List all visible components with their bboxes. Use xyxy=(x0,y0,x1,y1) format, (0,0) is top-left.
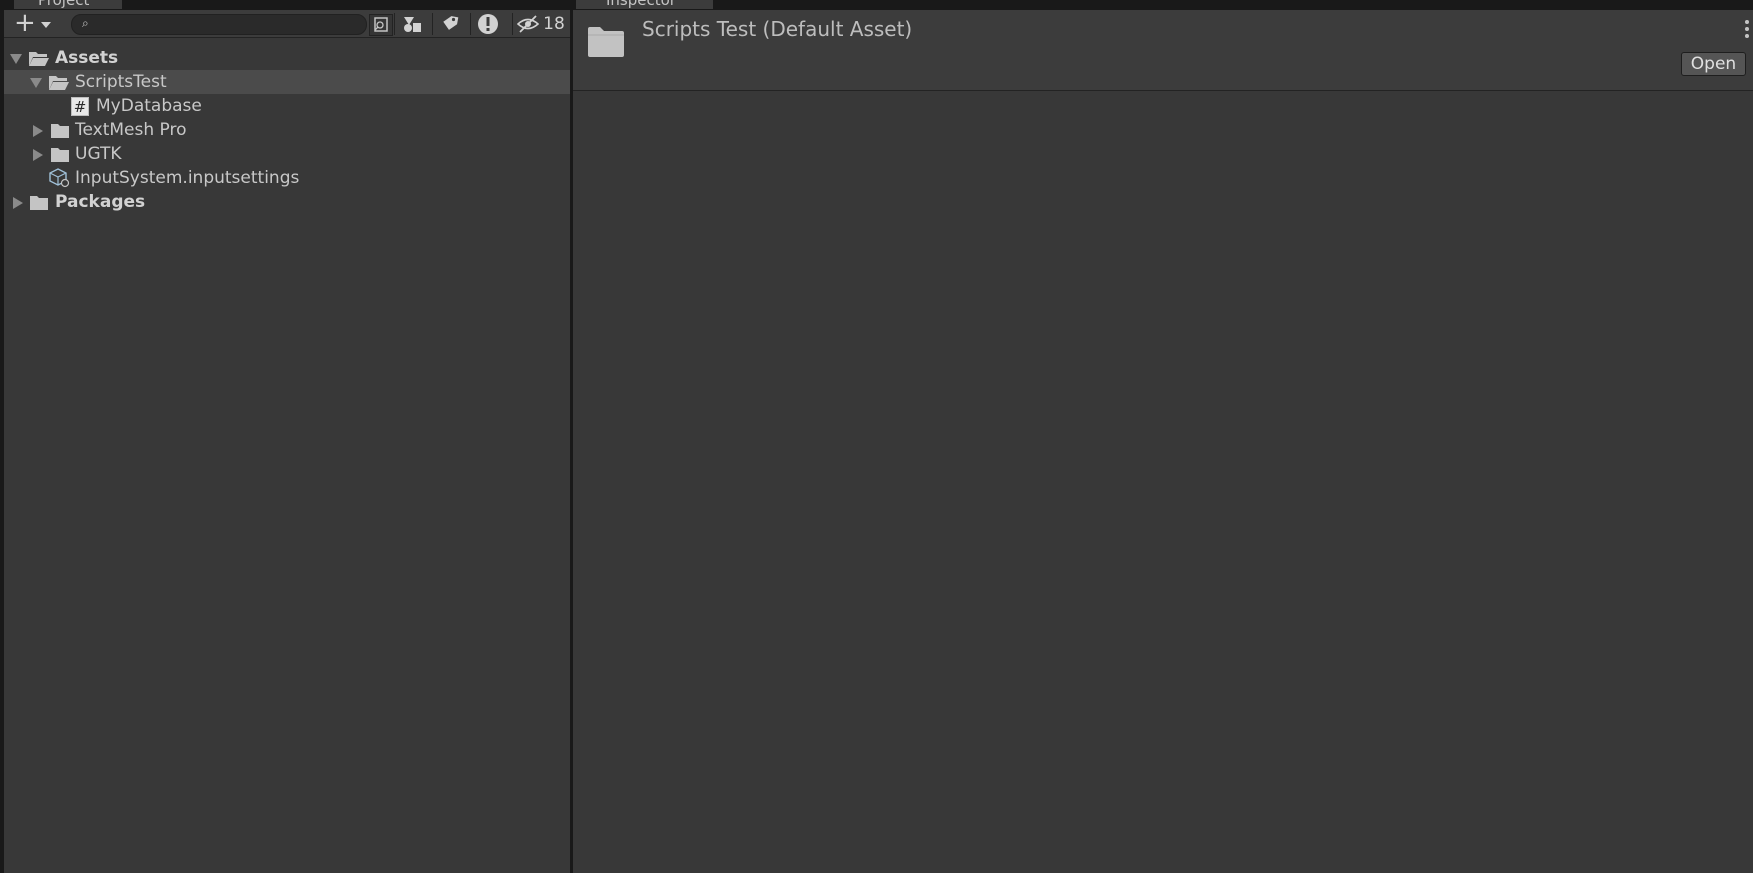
folder-icon xyxy=(588,27,624,57)
open-button[interactable]: Open xyxy=(1681,52,1746,76)
filter-by-type-button[interactable] xyxy=(394,13,429,35)
filter-by-label-button[interactable] xyxy=(432,13,467,35)
tag-icon xyxy=(443,16,459,30)
tree-item-label: TextMesh Pro xyxy=(75,120,187,140)
csharp-script-icon: # xyxy=(71,97,89,116)
tab-inspector[interactable]: Inspector xyxy=(576,0,713,9)
tree-item-label: Assets xyxy=(55,48,119,68)
plus-icon: + xyxy=(14,8,36,38)
search-input[interactable] xyxy=(98,17,332,34)
tree-item-label: ScriptsTest xyxy=(75,72,167,92)
tree-item-textmesh-pro[interactable]: TextMesh Pro xyxy=(4,118,570,142)
inspector-body xyxy=(573,91,1753,873)
folder-icon xyxy=(51,124,69,138)
svg-text:#: # xyxy=(74,98,87,116)
tree-item-inputsettings[interactable]: InputSystem.inputsettings xyxy=(4,166,570,190)
expand-arrow-icon[interactable] xyxy=(33,149,43,161)
shapes-icon xyxy=(404,17,421,32)
input-settings-asset-icon xyxy=(49,168,70,188)
tree-item-mydatabase[interactable]: # MyDatabase xyxy=(4,94,570,118)
search-by-type-button[interactable] xyxy=(369,14,393,36)
toggle-package-visibility-button[interactable]: 18 xyxy=(512,13,569,35)
folder-open-icon xyxy=(29,52,49,66)
tree-item-label: Packages xyxy=(55,192,146,212)
hidden-packages-count: 18 xyxy=(543,14,565,34)
expand-arrow-icon[interactable] xyxy=(13,197,23,209)
tree-item-packages[interactable]: Packages xyxy=(4,190,570,214)
tree-item-scriptstest[interactable]: ScriptsTest xyxy=(4,70,570,94)
tab-project-label: Project xyxy=(38,0,90,9)
create-button[interactable]: + xyxy=(10,9,54,37)
search-field[interactable]: ⌕ xyxy=(71,14,367,35)
expand-arrow-icon[interactable] xyxy=(10,54,22,64)
tab-inspector-label: Inspector xyxy=(606,0,676,9)
tree-item-label: UGTK xyxy=(75,144,122,164)
inspector-title: Scripts Test (Default Asset) xyxy=(642,17,913,41)
expand-arrow-icon[interactable] xyxy=(33,125,43,137)
tree-item-ugtk[interactable]: UGTK xyxy=(4,142,570,166)
warning-icon xyxy=(478,14,498,34)
tree-item-label: MyDatabase xyxy=(96,96,202,116)
folder-open-icon xyxy=(49,76,69,90)
tree-item-assets[interactable]: Assets xyxy=(4,46,570,70)
eye-hidden-icon xyxy=(517,15,540,33)
window-tab-strip: Project Inspector xyxy=(0,0,1753,10)
folder-icon xyxy=(51,148,69,162)
chevron-down-icon xyxy=(41,22,51,28)
search-icon: ⌕ xyxy=(82,16,89,30)
more-menu-icon[interactable] xyxy=(1745,20,1751,41)
search-by-type-icon xyxy=(374,17,388,32)
expand-arrow-icon[interactable] xyxy=(30,78,42,88)
folder-icon xyxy=(30,196,48,210)
filter-by-log-type-button[interactable] xyxy=(470,13,505,35)
tree-item-label: InputSystem.inputsettings xyxy=(75,168,300,188)
inspector-header: Scripts Test (Default Asset) Open xyxy=(573,10,1753,91)
project-toolbar: + ⌕ 18 xyxy=(4,9,570,38)
